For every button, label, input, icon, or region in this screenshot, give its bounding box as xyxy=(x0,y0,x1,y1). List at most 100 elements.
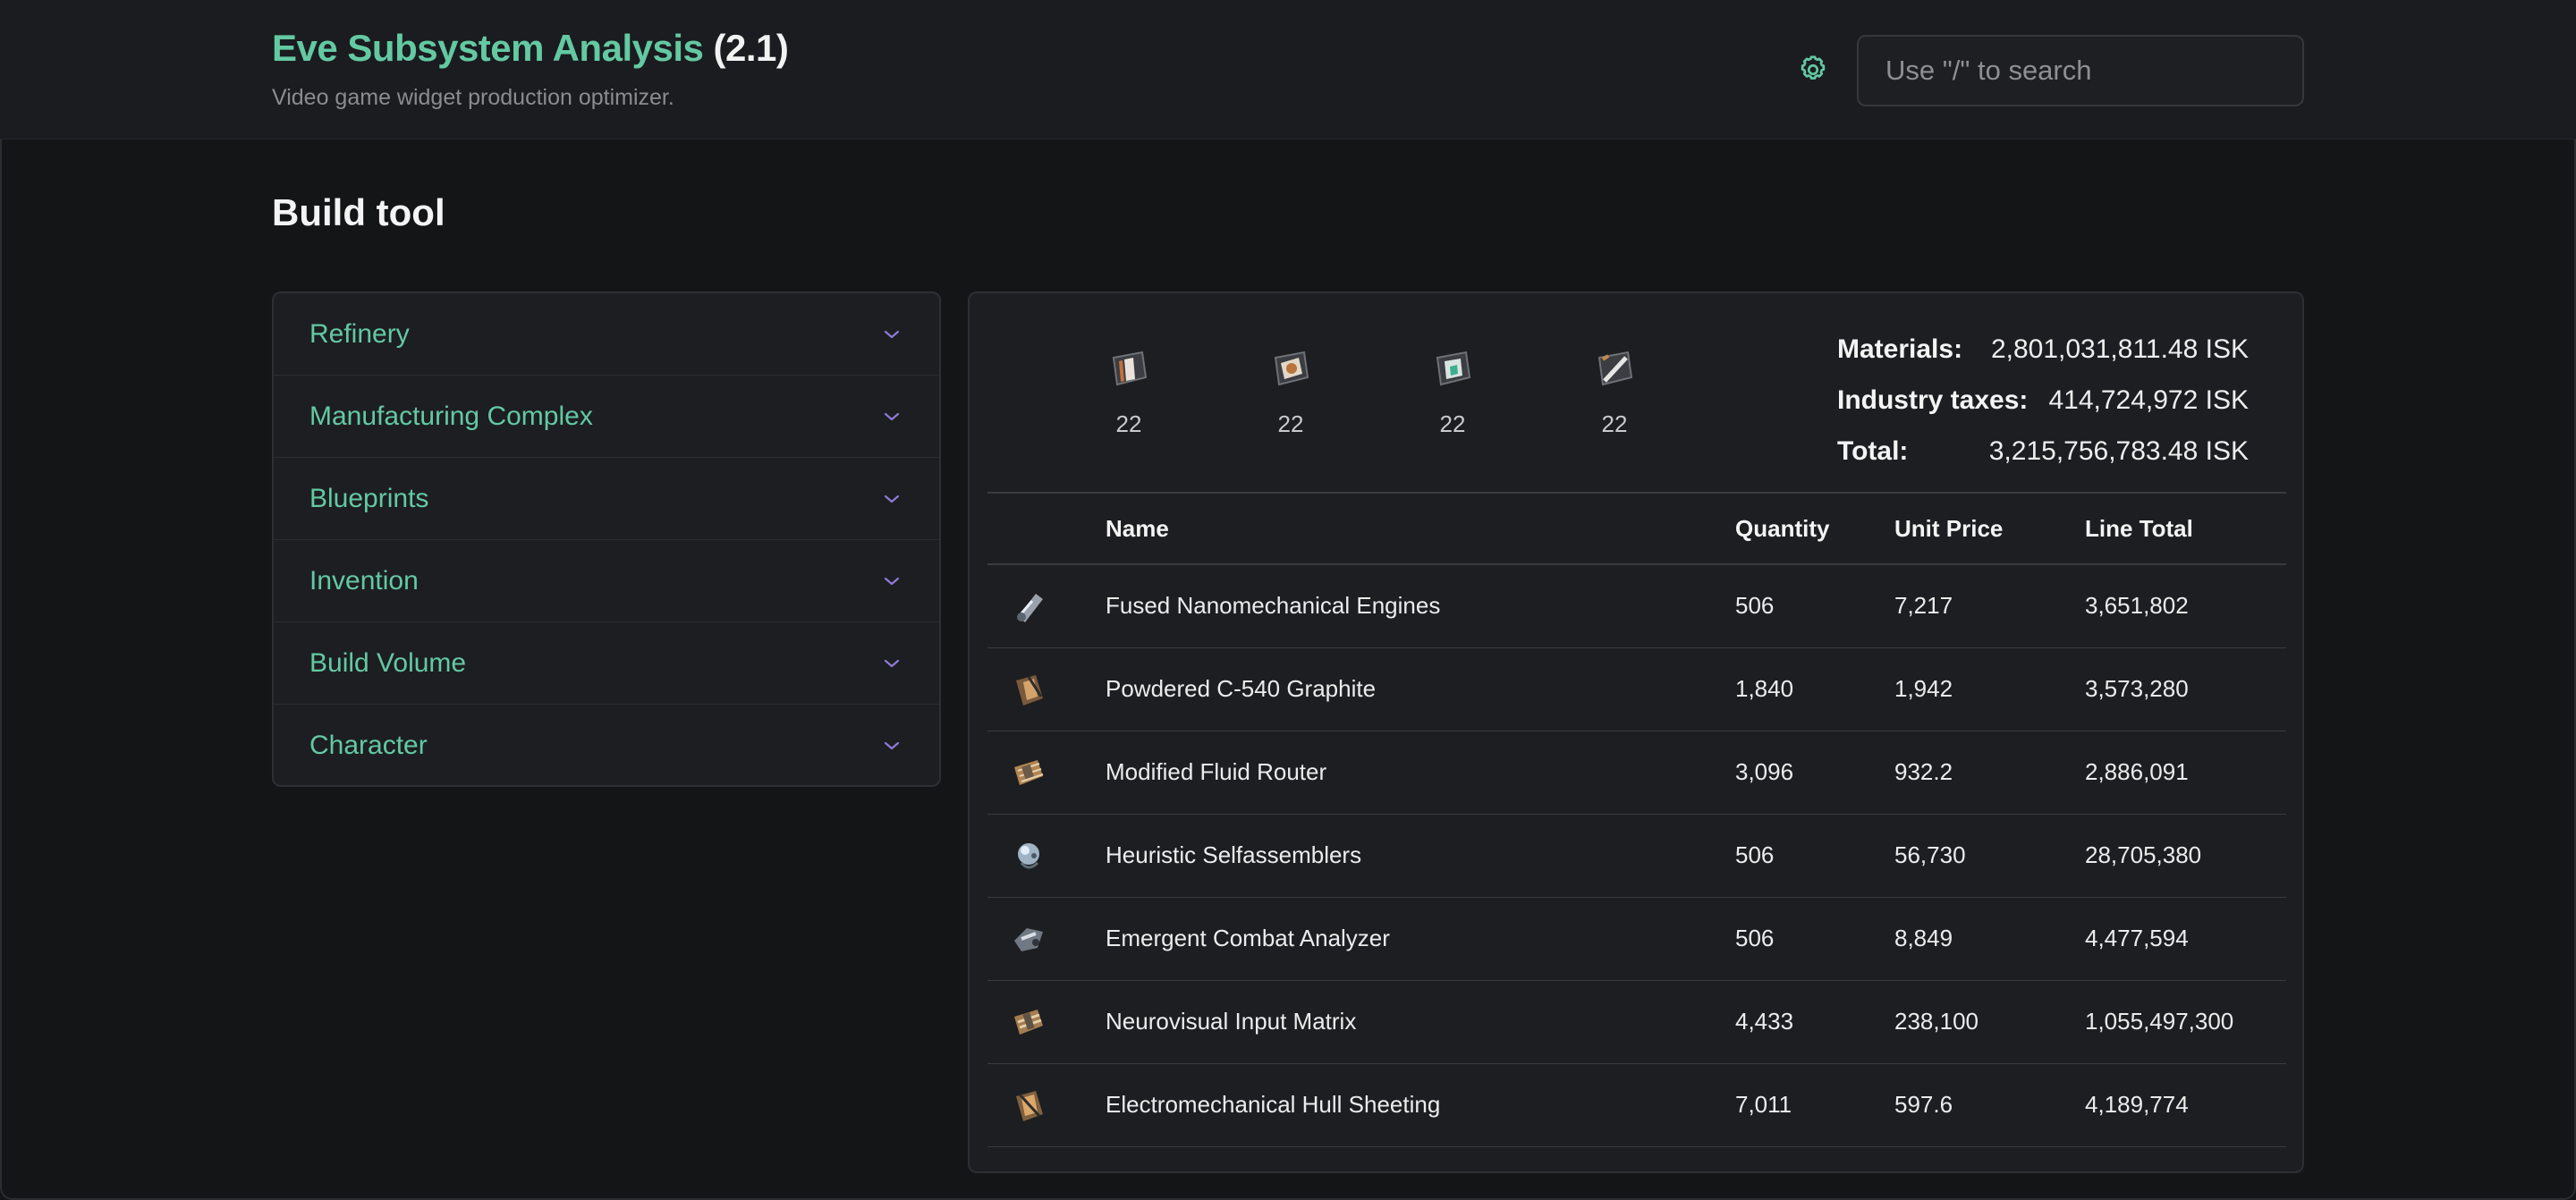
combat-analyzer-icon xyxy=(1014,927,1043,951)
cell-unit-price: 1,942 xyxy=(1894,647,2085,731)
cell-quantity: 3,096 xyxy=(1735,731,1894,815)
industry-taxes-row: Industry taxes: 414,724,972 ISK xyxy=(1837,375,2249,426)
subsystem-offensive-icon xyxy=(1274,351,1309,386)
header-quantity[interactable]: Quantity xyxy=(1735,493,1894,565)
graphite-component-icon xyxy=(1016,674,1043,706)
cell-line-total: 3,573,280 xyxy=(2085,647,2286,731)
cell-name: Powdered C-540 Graphite xyxy=(1106,647,1735,731)
cell-name: Heuristic Selfassemblers xyxy=(1106,814,1735,898)
accordion-label: Invention xyxy=(309,565,419,596)
total-value: 3,215,756,783.48 ISK xyxy=(1988,435,2249,466)
chevron-down-icon xyxy=(884,494,900,503)
industry-taxes-value: 414,724,972 ISK xyxy=(2048,385,2249,415)
cell-line-total: 2,886,091 xyxy=(2085,731,2286,815)
total-row: Total: 3,215,756,783.48 ISK xyxy=(1837,426,2249,477)
cell-unit-price: 597.6 xyxy=(1894,1063,2085,1147)
app-version: (2.1) xyxy=(713,27,789,69)
hull-sheeting-icon xyxy=(1016,1090,1043,1121)
selfassembler-icon xyxy=(1018,842,1039,868)
page-title: Build tool xyxy=(272,191,445,233)
table-row: Electromechanical Hull Sheeting 7,011 59… xyxy=(987,1063,2286,1147)
subsystem-core-icon xyxy=(1436,351,1471,386)
header-name[interactable]: Name xyxy=(1106,493,1735,565)
build-results-panel: 22 22 22 22 Materials: 2,801,031,811.48 … xyxy=(968,292,2304,1173)
accordion-item-build-volume[interactable]: Build Volume xyxy=(274,622,939,705)
industry-taxes-label: Industry taxes: xyxy=(1837,385,2029,415)
accordion-item-refinery[interactable]: Refinery xyxy=(274,293,939,376)
total-label: Total: xyxy=(1837,435,1909,466)
cell-unit-price: 238,100 xyxy=(1894,980,2085,1064)
table-row: Modified Fluid Router 3,096 932.2 2,886,… xyxy=(987,731,2286,815)
cell-line-total: 4,477,594 xyxy=(2085,897,2286,981)
cell-quantity: 1,840 xyxy=(1735,647,1894,731)
product-item[interactable]: 22 xyxy=(1424,345,1481,438)
product-count: 22 xyxy=(1439,410,1466,437)
product-count: 22 xyxy=(1277,410,1304,437)
cost-summary: Materials: 2,801,031,811.48 ISK Industry… xyxy=(1837,324,2249,477)
gear-icon xyxy=(1801,55,1826,80)
chevron-down-icon xyxy=(884,412,900,420)
table-row: Powdered C-540 Graphite 1,840 1,942 3,57… xyxy=(987,647,2286,731)
materials-table: Name Quantity Unit Price Line Total Fuse… xyxy=(987,492,2286,1147)
input-matrix-icon xyxy=(1014,1009,1043,1035)
cell-quantity: 506 xyxy=(1735,897,1894,981)
fluid-router-icon xyxy=(1014,759,1044,785)
chevron-down-icon xyxy=(884,330,900,338)
cell-unit-price: 7,217 xyxy=(1894,564,2085,648)
settings-accordion: Refinery Manufacturing Complex Blueprint… xyxy=(272,292,941,787)
cell-quantity: 4,433 xyxy=(1735,980,1894,1064)
product-count: 22 xyxy=(1115,410,1142,437)
header-unit-price[interactable]: Unit Price xyxy=(1894,493,2085,565)
app-title[interactable]: Eve Subsystem Analysis (2.1) xyxy=(272,27,789,70)
accordion-item-invention[interactable]: Invention xyxy=(274,540,939,622)
subsystem-propulsion-icon xyxy=(1597,351,1633,386)
accordion-item-blueprints[interactable]: Blueprints xyxy=(274,458,939,540)
accordion-item-manufacturing-complex[interactable]: Manufacturing Complex xyxy=(274,376,939,458)
search-input[interactable] xyxy=(1857,35,2304,106)
product-item[interactable]: 22 xyxy=(1100,345,1157,438)
header-line-total[interactable]: Line Total xyxy=(2085,493,2286,565)
header-icon-column xyxy=(987,493,1106,565)
product-item[interactable]: 22 xyxy=(1262,345,1319,438)
accordion-label: Manufacturing Complex xyxy=(309,401,593,431)
cell-name: Emergent Combat Analyzer xyxy=(1106,897,1735,981)
app-name[interactable]: Eve Subsystem Analysis xyxy=(272,27,704,69)
cell-name: Neurovisual Input Matrix xyxy=(1106,980,1735,1064)
cell-quantity: 7,011 xyxy=(1735,1063,1894,1147)
accordion-label: Build Volume xyxy=(309,647,467,678)
product-item[interactable]: 22 xyxy=(1586,345,1643,438)
accordion-label: Refinery xyxy=(309,318,410,349)
app-subtitle: Video game widget production optimizer. xyxy=(272,85,674,110)
product-count: 22 xyxy=(1601,410,1628,437)
cell-line-total: 4,189,774 xyxy=(2085,1063,2286,1147)
subsystem-defensive-icon xyxy=(1112,351,1148,386)
app-header: Eve Subsystem Analysis (2.1) Video game … xyxy=(0,0,2576,139)
cell-unit-price: 56,730 xyxy=(1894,814,2085,898)
accordion-item-character[interactable]: Character xyxy=(274,705,939,785)
materials-row: Materials: 2,801,031,811.48 ISK xyxy=(1837,324,2249,375)
accordion-label: Blueprints xyxy=(309,483,429,513)
cell-unit-price: 932.2 xyxy=(1894,731,2085,815)
table-row: Fused Nanomechanical Engines 506 7,217 3… xyxy=(987,564,2286,648)
table-row: Heuristic Selfassemblers 506 56,730 28,7… xyxy=(987,814,2286,898)
settings-button[interactable] xyxy=(1793,50,1833,89)
materials-label: Materials: xyxy=(1837,334,1963,364)
chevron-down-icon xyxy=(884,741,900,750)
cell-quantity: 506 xyxy=(1735,564,1894,648)
cell-line-total: 3,651,802 xyxy=(2085,564,2286,648)
cell-name: Modified Fluid Router xyxy=(1106,731,1735,815)
materials-value: 2,801,031,811.48 ISK xyxy=(1990,334,2249,364)
cell-line-total: 1,055,497,300 xyxy=(2085,980,2286,1064)
accordion-label: Character xyxy=(309,731,428,760)
cell-line-total: 28,705,380 xyxy=(2085,814,2286,898)
chevron-down-icon xyxy=(884,659,900,667)
cell-quantity: 506 xyxy=(1735,814,1894,898)
table-header-row: Name Quantity Unit Price Line Total xyxy=(987,493,2286,565)
engine-component-icon xyxy=(1017,593,1043,622)
table-row: Neurovisual Input Matrix 4,433 238,100 1… xyxy=(987,980,2286,1064)
table-row: Emergent Combat Analyzer 506 8,849 4,477… xyxy=(987,897,2286,981)
chevron-down-icon xyxy=(884,577,900,585)
cell-name: Fused Nanomechanical Engines xyxy=(1106,564,1735,648)
cell-name: Electromechanical Hull Sheeting xyxy=(1106,1063,1735,1147)
cell-unit-price: 8,849 xyxy=(1894,897,2085,981)
